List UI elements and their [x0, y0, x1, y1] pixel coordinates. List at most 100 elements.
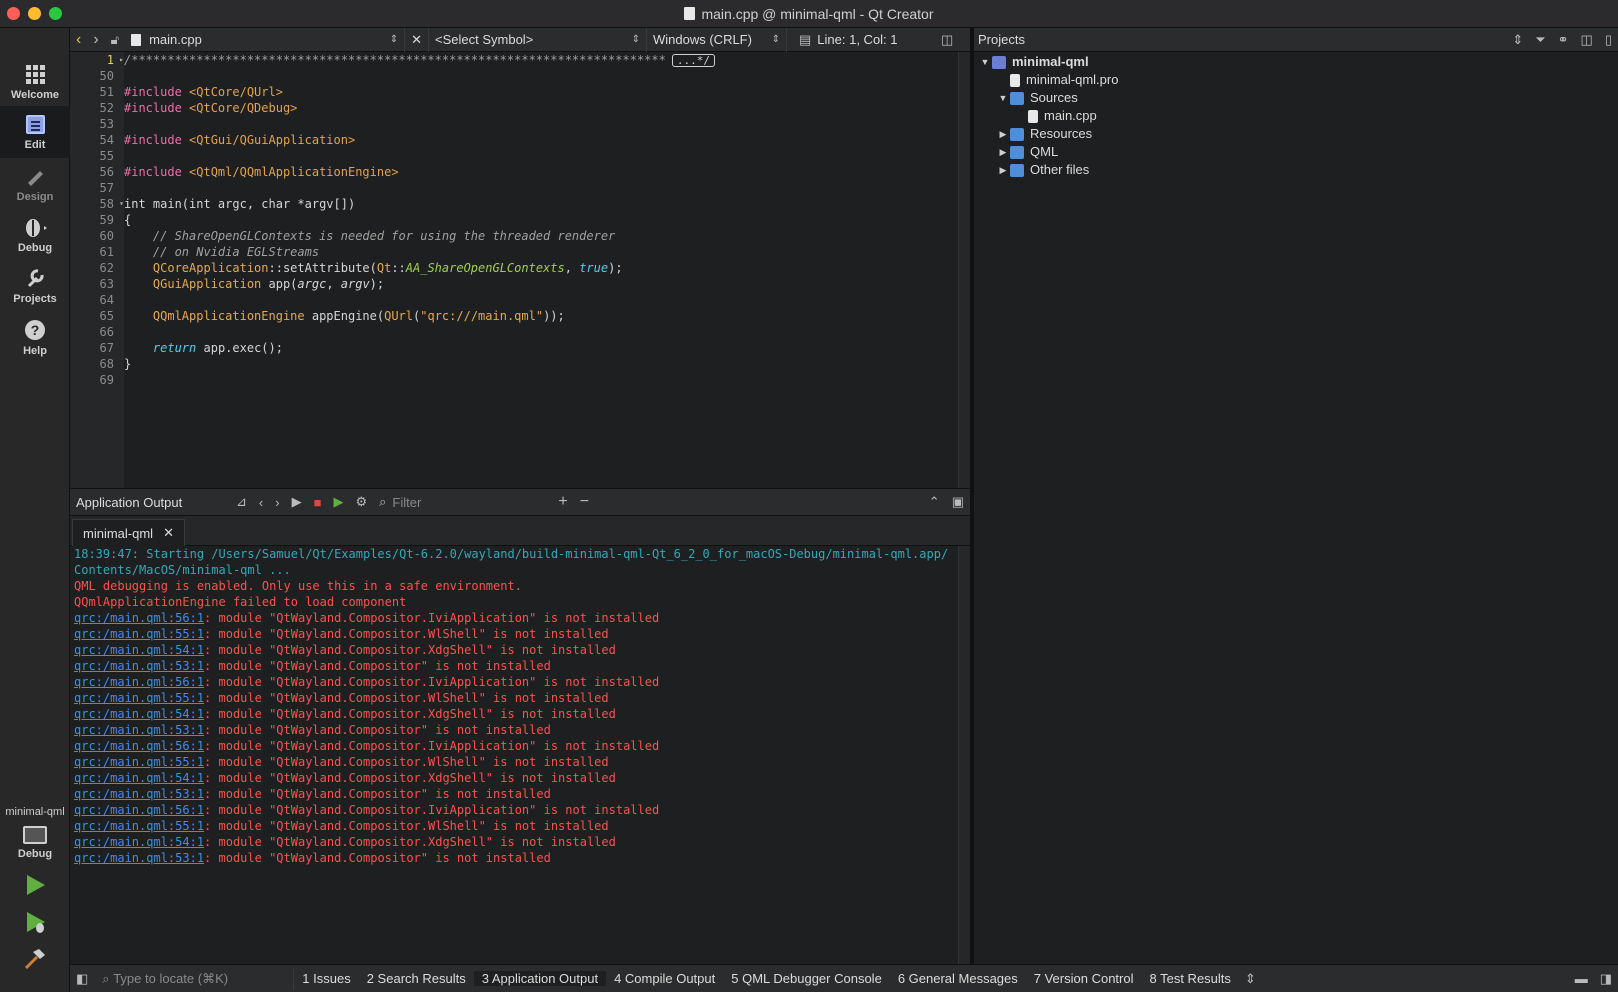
- minimize-window-button[interactable]: [28, 7, 41, 20]
- editor-scrollbar[interactable]: [958, 52, 970, 488]
- expand-arrow-icon[interactable]: ▼: [978, 53, 992, 71]
- log-link[interactable]: qrc:/main.qml:56:1: [74, 611, 204, 625]
- log-message: : module "QtWayland.Compositor.IviApplic…: [204, 611, 660, 625]
- mode-edit[interactable]: Edit: [0, 106, 70, 158]
- filter-icon[interactable]: ⏷: [1529, 32, 1551, 48]
- settings-gear-icon[interactable]: ⚙: [349, 494, 373, 510]
- mode-design[interactable]: Design: [0, 158, 70, 210]
- pane-tab-issues[interactable]: 1 Issues: [294, 971, 358, 986]
- log-link[interactable]: qrc:/main.qml:55:1: [74, 691, 204, 705]
- tree-item-root[interactable]: ▼ minimal-qml: [978, 53, 1089, 71]
- pro-file-icon: [1010, 73, 1020, 87]
- tree-item-qml[interactable]: ▶ QML: [996, 143, 1059, 161]
- split-icon[interactable]: ◫: [1575, 32, 1599, 48]
- next-icon[interactable]: ›: [269, 495, 285, 510]
- pane-tab-application-output[interactable]: 3 Application Output: [473, 971, 607, 986]
- log-link[interactable]: qrc:/main.qml:56:1: [74, 803, 204, 817]
- log-link[interactable]: qrc:/main.qml:56:1: [74, 675, 204, 689]
- projects-wrench-icon: [27, 269, 44, 288]
- projects-title: Projects: [978, 32, 1025, 47]
- pane-tab-compile-output[interactable]: 4 Compile Output: [606, 971, 723, 986]
- locator-input[interactable]: ⌕ Type to locate (⌘K): [94, 967, 295, 990]
- zoom-window-button[interactable]: [49, 7, 62, 20]
- expand-arrow-icon[interactable]: ▼: [996, 89, 1010, 107]
- log-link[interactable]: qrc:/main.qml:54:1: [74, 643, 204, 657]
- pane-tab-qml-debugger-console[interactable]: 5 QML Debugger Console: [723, 971, 890, 986]
- mode-projects[interactable]: Projects: [0, 260, 70, 312]
- collapse-arrow-icon[interactable]: ▶: [996, 125, 1010, 143]
- log-link[interactable]: qrc:/main.qml:53:1: [74, 851, 204, 865]
- forward-arrow-icon[interactable]: ›: [87, 28, 104, 52]
- back-arrow-icon[interactable]: ‹: [70, 28, 87, 52]
- log-link[interactable]: qrc:/main.qml:55:1: [74, 755, 204, 769]
- mode-debug[interactable]: Debug: [0, 209, 70, 261]
- pane-tab-general-messages[interactable]: 6 General Messages: [890, 971, 1026, 986]
- maximize-panel-icon[interactable]: ⌃: [923, 494, 946, 510]
- log-link[interactable]: qrc:/main.qml:53:1: [74, 659, 204, 673]
- pane-tab-version-control[interactable]: 7 Version Control: [1026, 971, 1142, 986]
- collapse-arrow-icon[interactable]: ▶: [996, 143, 1010, 161]
- code-editor[interactable]: /***************************************…: [124, 52, 958, 488]
- output-scrollbar[interactable]: [958, 546, 970, 964]
- log-link[interactable]: qrc:/main.qml:56:1: [74, 739, 204, 753]
- prev-icon[interactable]: ‹: [253, 495, 269, 510]
- output-tab-minimal-qml[interactable]: minimal-qml ✕: [72, 519, 185, 546]
- updown-icon: ⇕: [631, 34, 640, 45]
- toggle-sidebar-icon[interactable]: ◧: [70, 971, 94, 987]
- log-link[interactable]: qrc:/main.qml:54:1: [74, 835, 204, 849]
- stop-icon[interactable]: ■: [308, 495, 328, 510]
- attach-icon[interactable]: ⊿: [230, 494, 253, 510]
- log-link[interactable]: qrc:/main.qml:54:1: [74, 771, 204, 785]
- log-link[interactable]: qrc:/main.qml:54:1: [74, 707, 204, 721]
- close-tab-icon[interactable]: ✕: [163, 525, 174, 541]
- tree-item-main-cpp[interactable]: main.cpp: [1014, 107, 1097, 125]
- debug-run-icon[interactable]: ▶: [327, 494, 349, 510]
- log-message: : module "QtWayland.Compositor" is not i…: [204, 723, 551, 737]
- tree-item-other-files[interactable]: ▶ Other files: [996, 161, 1090, 179]
- close-pane-icon[interactable]: ▯: [1599, 32, 1618, 48]
- filter-input[interactable]: Filter: [392, 495, 552, 510]
- updown-icon[interactable]: ⇕: [1506, 32, 1529, 48]
- line-number: 69: [99, 373, 114, 387]
- zoom-in-icon[interactable]: +: [552, 493, 573, 511]
- log-link[interactable]: qrc:/main.qml:55:1: [74, 819, 204, 833]
- mode-welcome[interactable]: Welcome: [0, 56, 70, 108]
- close-file-button[interactable]: ✕: [405, 27, 429, 52]
- zoom-out-icon[interactable]: −: [574, 493, 595, 511]
- pane-tab-search-results[interactable]: 2 Search Results: [359, 971, 474, 986]
- close-panel-icon[interactable]: ▣: [946, 494, 970, 510]
- mode-help[interactable]: ? Help: [0, 312, 70, 364]
- tree-item-sources[interactable]: ▼ Sources: [996, 89, 1078, 107]
- close-window-button[interactable]: [7, 7, 20, 20]
- cursor-position[interactable]: ▤ Line: 1, Col: 1: [787, 28, 935, 52]
- collapse-arrow-icon[interactable]: ▶: [996, 161, 1010, 179]
- kit-selector[interactable]: minimal-qml Debug: [0, 806, 70, 860]
- link-icon[interactable]: ⚭: [1552, 32, 1575, 48]
- folded-comment-marker[interactable]: ...*/: [671, 54, 715, 67]
- log-link[interactable]: qrc:/main.qml:53:1: [74, 787, 204, 801]
- pane-tab-test-results[interactable]: 8 Test Results: [1142, 971, 1239, 986]
- progress-toggle-icon[interactable]: ▬: [1569, 971, 1594, 986]
- tree-item-resources[interactable]: ▶ Resources: [996, 125, 1093, 143]
- debug-run-button[interactable]: [23, 910, 47, 934]
- log-link[interactable]: qrc:/main.qml:55:1: [74, 627, 204, 641]
- run-button[interactable]: [23, 873, 47, 897]
- symbol-selector[interactable]: <Select Symbol> ⇕: [429, 27, 647, 52]
- toggle-right-sidebar-icon[interactable]: ◨: [1594, 971, 1618, 987]
- updown-icon[interactable]: ⇕: [1239, 971, 1262, 987]
- code-line: // ShareOpenGLContexts is needed for usi…: [124, 229, 616, 243]
- code-line: #include <QtQml/QQmlApplicationEngine>: [124, 165, 399, 179]
- build-hammer-button[interactable]: [23, 946, 47, 970]
- tree-item-pro-file[interactable]: minimal-qml.pro: [996, 71, 1118, 89]
- mode-sidebar: Welcome Edit Design Debug Projects ? Hel…: [0, 28, 70, 992]
- line-number: 52: [99, 101, 114, 115]
- application-output-log[interactable]: 18:39:47: Starting /Users/Samuel/Qt/Exam…: [70, 546, 958, 964]
- log-line: qrc:/main.qml:56:1: module "QtWayland.Co…: [74, 738, 958, 754]
- split-icon[interactable]: ◫: [935, 32, 959, 48]
- line-number: 62: [99, 261, 114, 275]
- rerun-icon[interactable]: ▶: [286, 494, 308, 510]
- file-selector[interactable]: main.cpp ⇕: [125, 27, 406, 52]
- log-link[interactable]: qrc:/main.qml:53:1: [74, 723, 204, 737]
- line-endings-selector[interactable]: Windows (CRLF) ⇕: [647, 27, 787, 52]
- tab-label: minimal-qml: [83, 525, 154, 541]
